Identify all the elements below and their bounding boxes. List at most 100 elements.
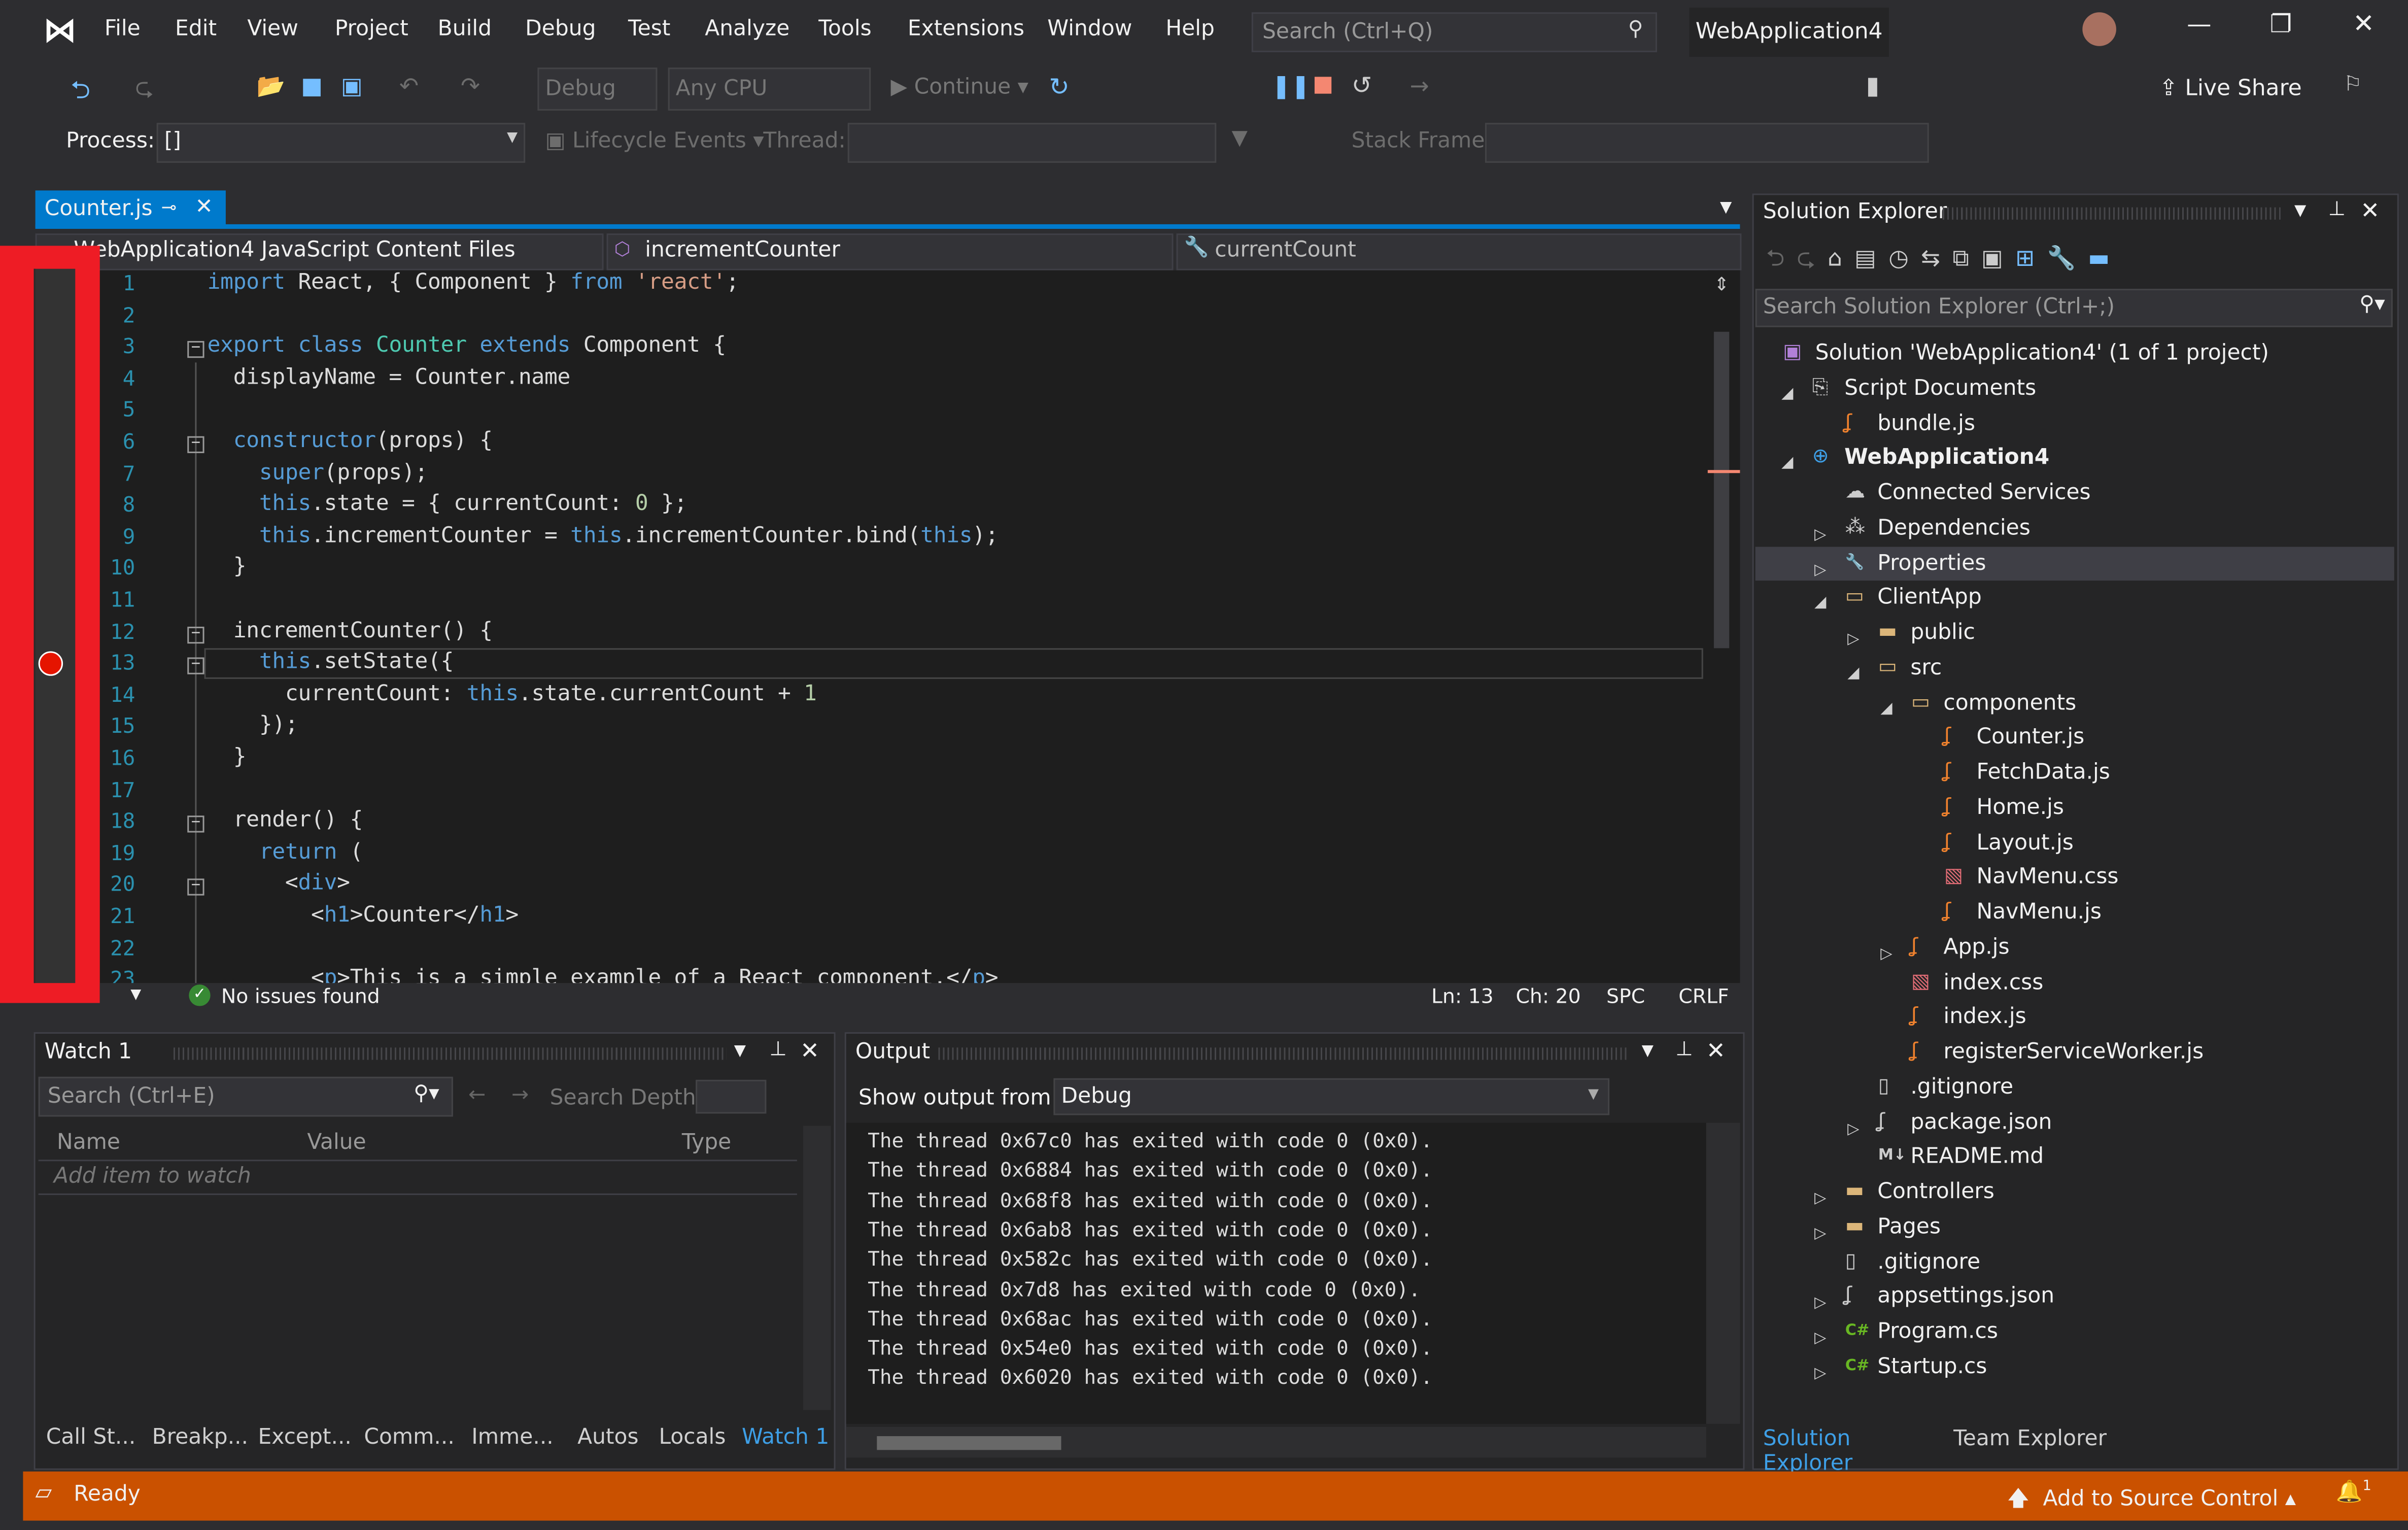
menu-analyze[interactable]: Analyze xyxy=(705,17,789,41)
collapse-icon[interactable]: − xyxy=(187,878,204,896)
tree-item[interactable]: M↓ README.md xyxy=(1756,1140,2394,1174)
menu-debug[interactable]: Debug xyxy=(525,17,596,41)
show-all-files-icon[interactable]: ▣ xyxy=(1981,244,2015,271)
close-panel-icon[interactable]: ✕ xyxy=(1706,1037,1726,1064)
pin-icon[interactable]: ⊥ xyxy=(769,1038,786,1061)
tree-item[interactable]: ▷ ▬ public xyxy=(1756,616,2394,650)
tab-team-explorer[interactable]: Team Explorer xyxy=(1953,1427,2107,1451)
bookmark-icon[interactable]: ▮ xyxy=(1866,71,1880,100)
properties-icon[interactable]: 🔧 xyxy=(2047,244,2088,271)
tree-item[interactable]: ◢ ▭ src xyxy=(1756,651,2394,685)
add-item-placeholder[interactable]: Add item to watch xyxy=(54,1164,251,1188)
output-source-select[interactable]: Debug ▼ xyxy=(1053,1078,1610,1115)
tree-item[interactable]: ◢ ⊕ WebApplication4 xyxy=(1756,441,2394,475)
preview-selected-icon[interactable]: ▬ xyxy=(2088,244,2122,271)
tree-item[interactable]: ʆ Layout.js xyxy=(1756,826,2394,860)
save-icon[interactable]: ■ xyxy=(301,72,323,99)
close-window-button[interactable]: ✕ xyxy=(2353,9,2375,40)
forward-icon[interactable]: ⮎ xyxy=(135,72,153,111)
tree-item[interactable]: ▣ Solution 'WebApplication4' (1 of 1 proj… xyxy=(1756,336,2394,370)
hscroll-thumb[interactable] xyxy=(877,1436,1061,1450)
tab-solution-explorer[interactable]: Solution Explorer xyxy=(1753,1422,1938,1476)
tree-item[interactable]: ▷ ʆ App.js xyxy=(1756,930,2394,964)
tab-counter-js[interactable]: Counter.js ⊸ ✕ xyxy=(35,190,226,227)
menu-help[interactable]: Help xyxy=(1165,17,1215,41)
split-icon[interactable]: ⇕ xyxy=(1714,274,1729,295)
tree-item[interactable]: ◢ ⎘ Script Documents xyxy=(1756,371,2394,405)
editor-vertical-scrollbar[interactable]: ⇕ xyxy=(1707,270,1740,983)
tree-item[interactable]: ʆ index.js xyxy=(1756,1000,2394,1034)
tab-except[interactable]: Except... xyxy=(258,1425,352,1450)
menu-file[interactable]: File xyxy=(105,17,141,41)
search-input[interactable]: Search (Ctrl+Q) ⚲ xyxy=(1251,12,1657,52)
menu-project[interactable]: Project xyxy=(335,17,408,41)
watch-search-input[interactable]: Search (Ctrl+E) ⚲▾ xyxy=(38,1076,453,1117)
home-icon[interactable]: ⌂ xyxy=(1828,244,1854,271)
stop-icon[interactable] xyxy=(1314,77,1332,94)
panel-grip[interactable] xyxy=(938,1047,1630,1060)
add-to-source-control-button[interactable]: 🡅 Add to Source Control ▴ xyxy=(2007,1482,2296,1519)
search-icon[interactable]: ⚲▾ xyxy=(414,1081,439,1106)
step-over-icon[interactable]: → xyxy=(1410,72,1429,99)
collapse-icon[interactable]: − xyxy=(187,625,204,643)
tree-item[interactable]: ▷ C# Startup.cs xyxy=(1756,1350,2394,1384)
add-watch-row[interactable]: Add item to watch xyxy=(38,1163,797,1195)
tab-watch-1[interactable]: Watch 1 xyxy=(742,1425,829,1450)
forward-icon[interactable]: ⮎ xyxy=(1797,244,1828,271)
tree-item[interactable]: ▷ ▬ Controllers xyxy=(1756,1175,2394,1209)
menu-extensions[interactable]: Extensions xyxy=(908,17,1024,41)
project-nav-dropdown[interactable]: WebApplication4 JavaScript Content Files xyxy=(35,233,604,270)
pin-icon[interactable]: ⊥ xyxy=(1675,1038,1693,1061)
menu-build[interactable]: Build xyxy=(438,17,492,41)
break-all-icon[interactable]: ❚❚ xyxy=(1271,72,1310,99)
column-value[interactable]: Value xyxy=(307,1131,366,1155)
platform-select[interactable]: Any CPU xyxy=(668,67,871,111)
lifecycle-events-button[interactable]: ▣ Lifecycle Events ▾ xyxy=(545,129,764,153)
line-endings[interactable]: CRLF xyxy=(1678,986,1729,1009)
output-hscrollbar[interactable] xyxy=(846,1426,1706,1458)
tree-item[interactable]: ▧ index.css xyxy=(1756,965,2394,999)
tree-item[interactable]: ʆ registerServiceWorker.js xyxy=(1756,1035,2394,1069)
pin-icon[interactable]: ⊸ xyxy=(161,196,177,218)
continue-button[interactable]: ▶ Continue ▾ xyxy=(891,75,1028,99)
tree-item[interactable]: ◢ ▭ ClientApp xyxy=(1756,581,2394,615)
collapsed-arrow-icon[interactable]: ▷ xyxy=(1814,1357,1826,1391)
panel-menu-icon[interactable]: ▼ xyxy=(734,1043,746,1060)
whitespace-mode[interactable]: SPC xyxy=(1606,986,1645,1009)
zoom-dropdown[interactable]: ▼ xyxy=(130,988,141,1003)
filter-icon[interactable]: ▼ xyxy=(1231,126,1247,150)
tree-item[interactable]: ʆ FetchData.js xyxy=(1756,756,2394,790)
stack-frame-select[interactable] xyxy=(1485,123,1929,163)
menu-window[interactable]: Window xyxy=(1047,17,1132,41)
maximize-button[interactable]: ❐ xyxy=(2270,9,2292,39)
feedback-icon[interactable]: ⚐ xyxy=(2344,72,2362,96)
panel-grip[interactable] xyxy=(1942,207,2281,220)
output-scrollbar[interactable] xyxy=(1706,1123,1740,1424)
tree-item[interactable]: ʆ bundle.js xyxy=(1756,406,2394,440)
tab-overflow-icon[interactable]: ▼ xyxy=(1720,199,1732,216)
notifications-icon[interactable]: 🔔1 xyxy=(2336,1479,2371,1505)
tree-item[interactable]: ▷ 🔧 Properties xyxy=(1755,546,2394,580)
minimize-button[interactable]: — xyxy=(2187,9,2211,39)
tree-item[interactable]: ▷ ⁂ Dependencies xyxy=(1756,511,2394,545)
tree-item[interactable]: ʆ Home.js xyxy=(1756,791,2394,825)
pending-changes-icon[interactable]: ◷ xyxy=(1888,244,1921,271)
tree-item[interactable]: ▯ .gitignore xyxy=(1756,1070,2394,1104)
live-share-button[interactable]: ⇪ Live Share xyxy=(2159,77,2302,101)
tab-locals[interactable]: Locals xyxy=(659,1425,726,1450)
breakpoint-margin[interactable] xyxy=(33,268,76,983)
preview-icon[interactable]: ⊞ xyxy=(2015,244,2047,271)
thread-select[interactable] xyxy=(847,123,1217,163)
panel-grip[interactable] xyxy=(174,1047,727,1060)
panel-menu-icon[interactable]: ▼ xyxy=(2294,203,2306,220)
search-icon[interactable]: ⚲▾ xyxy=(2359,292,2385,316)
collapse-icon[interactable]: − xyxy=(187,341,204,358)
forward-icon[interactable]: → xyxy=(511,1083,529,1107)
back-icon[interactable]: ← xyxy=(468,1083,486,1107)
issues-status[interactable]: No issues found xyxy=(221,986,380,1009)
menu-tools[interactable]: Tools xyxy=(818,17,871,41)
vs-logo-icon[interactable]: ⋈ xyxy=(43,12,77,51)
open-file-icon[interactable]: 📂 xyxy=(256,72,285,99)
switch-views-icon[interactable]: ▤ xyxy=(1854,244,1888,271)
menu-view[interactable]: View xyxy=(247,17,298,41)
